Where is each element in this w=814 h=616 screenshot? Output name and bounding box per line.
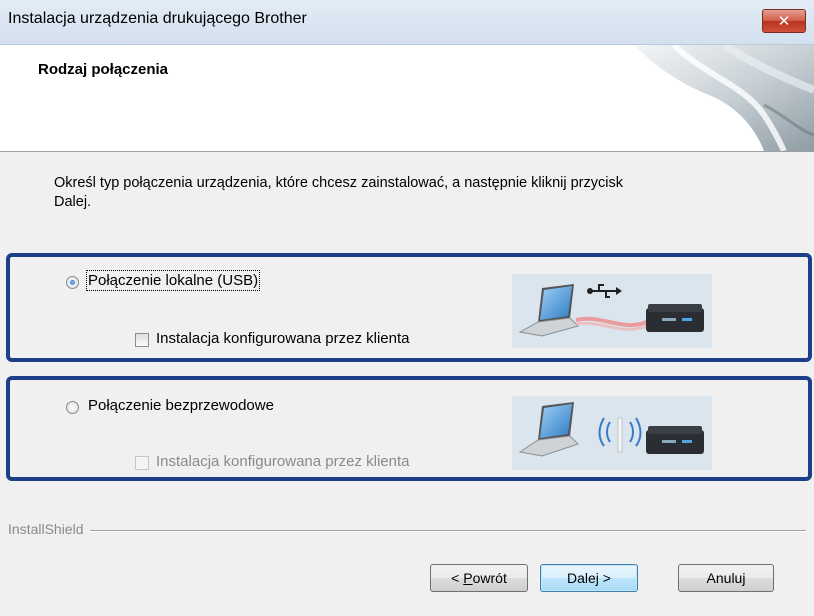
cancel-button-label: Anuluj [706,570,746,586]
footer-separator [8,530,806,532]
window-title: Instalacja urządzenia drukującego Brothe… [8,10,307,27]
instructions-line-2: Dalej. [54,194,92,210]
next-button-label: Dalej > [567,570,611,586]
page-title: Rodzaj połączenia [38,61,169,78]
title-bar[interactable]: Instalacja urządzenia drukującego Brothe… [0,0,814,45]
wireless-radio-label[interactable]: Połączenie bezprzewodowe [88,397,274,414]
laptop-usb-printer-icon [512,274,712,348]
wireless-custom-install-label: Instalacja konfigurowana przez klienta [156,453,410,470]
close-button[interactable]: ✕ [762,9,806,33]
back-button-label: owrót [472,570,507,586]
instructions-line-1: Określ typ połączenia urządzenia, które … [54,175,623,191]
laptop-wireless-printer-icon [512,396,712,470]
close-icon: ✕ [777,13,791,30]
usb-custom-install-checkbox[interactable] [135,333,149,347]
installer-window: Instalacja urządzenia drukującego Brothe… [0,0,814,616]
wireless-connection-illustration [512,396,712,470]
header-decoration-icon [634,45,814,151]
installshield-brand: InstallShield [8,521,90,537]
cancel-button[interactable]: Anuluj [678,564,774,592]
wizard-header: Rodzaj połączenia [0,45,814,152]
usb-custom-install-label[interactable]: Instalacja konfigurowana przez klienta [156,330,409,347]
instructions-text: Określ typ połączenia urządzenia, które … [54,174,774,212]
usb-radio[interactable] [66,276,79,289]
usb-radio-label[interactable]: Połączenie lokalne (USB) [85,270,261,291]
wireless-custom-install-checkbox [135,456,149,470]
back-button-prefix: < [451,570,464,586]
back-button-accelerator: P [463,570,473,586]
usb-connection-illustration [512,274,712,348]
wireless-radio[interactable] [66,401,79,414]
next-button[interactable]: Dalej > [540,564,638,592]
back-button[interactable]: < Powrót [430,564,528,592]
